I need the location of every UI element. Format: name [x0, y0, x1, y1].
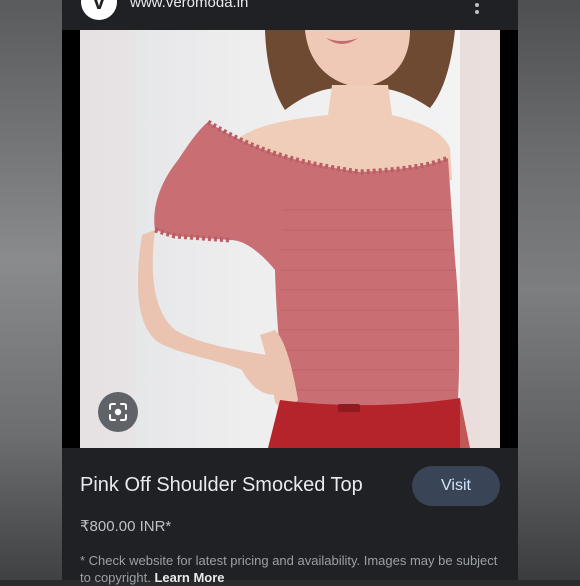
blurred-backdrop-right [518, 0, 580, 580]
more-options-icon[interactable] [472, 0, 482, 14]
google-lens-icon[interactable] [98, 392, 138, 432]
blurred-backdrop-left [0, 0, 62, 580]
source-header: V www.veromoda.in [62, 0, 518, 28]
product-photo-illustration [80, 30, 500, 448]
site-domain[interactable]: www.veromoda.in [130, 0, 248, 11]
image-frame [62, 30, 518, 448]
product-title[interactable]: Pink Off Shoulder Smocked Top [80, 474, 363, 497]
product-price: ₹800.00 INR* [80, 518, 172, 535]
visit-button[interactable]: Visit [412, 466, 500, 506]
site-logo[interactable]: V [81, 0, 117, 20]
product-image[interactable] [80, 30, 500, 448]
copyright-disclaimer: * Check website for latest pricing and a… [80, 552, 500, 586]
learn-more-link[interactable]: Learn More [154, 570, 224, 585]
disclaimer-text: * Check website for latest pricing and a… [80, 553, 498, 585]
image-result-panel: V www.veromoda.in Pink Off Shoulder Smoc… [62, 0, 518, 585]
